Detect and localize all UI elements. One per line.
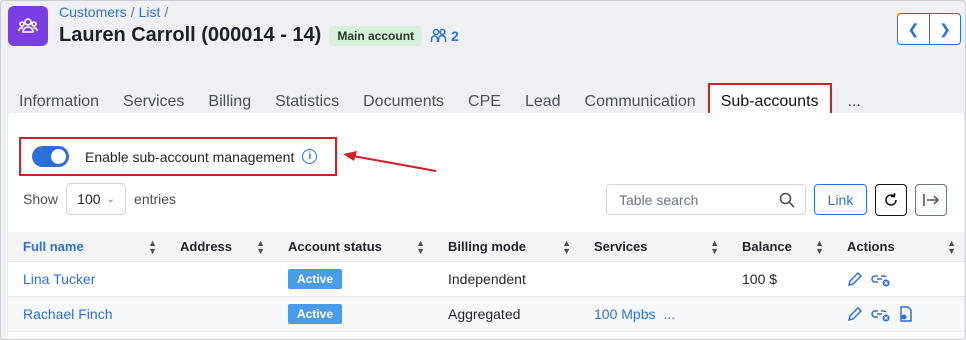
row-actions xyxy=(832,271,964,287)
refresh-icon xyxy=(885,193,897,206)
document-icon[interactable] xyxy=(899,306,913,322)
toggle-knob xyxy=(51,149,66,164)
search-placeholder: Table search xyxy=(619,191,699,208)
sort-icon: ▲ ▼ xyxy=(256,237,265,256)
balance-cell: 100 $ xyxy=(742,271,778,287)
sub-account-toggle-row: Enable sub-account management i xyxy=(19,137,337,176)
column-full-name[interactable]: Full name ▲ ▼ xyxy=(8,237,165,256)
subaccount-count[interactable]: 2 xyxy=(430,28,459,44)
breadcrumb-separator: / xyxy=(164,4,169,20)
toggle-label: Enable sub-account management xyxy=(85,148,295,165)
services-cell: 100 Mpbs ... xyxy=(579,306,727,322)
breadcrumb-customers[interactable]: Customers xyxy=(59,4,127,20)
title-row: Lauren Carroll (000014 - 14) Main accoun… xyxy=(59,24,459,47)
window: Customers / List / Lauren Carroll (00001… xyxy=(0,0,966,340)
table-row: Lina Tucker Active Independent 100 $ xyxy=(8,262,964,297)
column-billing-mode[interactable]: Billing mode ▲ ▼ xyxy=(433,237,579,256)
next-record-button[interactable]: ❯ xyxy=(929,14,960,44)
table-row: Rachael Finch Active Aggregated 100 Mpbs… xyxy=(8,297,964,332)
tab-information[interactable]: Information xyxy=(19,92,99,112)
tab-statistics[interactable]: Statistics xyxy=(275,92,339,112)
column-account-status[interactable]: Account status ▲ ▼ xyxy=(273,237,433,256)
unlink-icon[interactable] xyxy=(871,271,891,287)
export-button[interactable] xyxy=(915,184,947,216)
billing-mode-cell: Independent xyxy=(448,271,526,287)
show-label: Show xyxy=(23,191,59,207)
refresh-button[interactable] xyxy=(875,184,907,216)
sub-account-management-toggle[interactable] xyxy=(32,146,69,167)
chevron-down-icon: ⌄ xyxy=(106,193,115,205)
search-icon xyxy=(779,192,795,208)
row-actions xyxy=(832,306,964,322)
sub-accounts-panel: Enable sub-account management i Show 100… xyxy=(8,113,964,339)
edit-icon[interactable] xyxy=(847,271,863,287)
column-actions[interactable]: Actions ▲ ▼ xyxy=(832,237,964,256)
table-search-input[interactable]: Table search xyxy=(606,184,806,215)
account-name-link[interactable]: Lina Tucker xyxy=(23,271,95,287)
unlink-icon[interactable] xyxy=(871,306,891,322)
status-badge: Active xyxy=(288,269,343,289)
main-account-badge: Main account xyxy=(329,25,423,46)
export-icon xyxy=(923,194,940,206)
status-badge: Active xyxy=(288,304,343,324)
page-title: Lauren Carroll (000014 - 14) xyxy=(59,24,322,46)
breadcrumb: Customers / List / xyxy=(59,4,168,20)
record-navigation: ❮ ❯ xyxy=(897,13,961,45)
page-length-select[interactable]: 100 ⌄ xyxy=(66,183,127,215)
sort-icon: ▲ ▼ xyxy=(562,237,571,256)
sort-icon: ▲ ▼ xyxy=(148,237,157,256)
sub-accounts-table: Full name ▲ ▼ Address ▲ ▼ Account status ▲ ▼ B… xyxy=(8,232,964,332)
tab-cpe[interactable]: CPE xyxy=(468,92,501,112)
sort-icon: ▲ ▼ xyxy=(416,237,425,256)
sort-icon: ▲ ▼ xyxy=(815,237,824,256)
customers-app-icon xyxy=(8,6,48,46)
account-name-link[interactable]: Rachael Finch xyxy=(23,306,113,322)
page-length-control: Show 100 ⌄ entries xyxy=(23,183,176,215)
sort-icon: ▲ ▼ xyxy=(947,237,956,256)
tabs-more-button[interactable]: ... xyxy=(848,93,861,111)
previous-record-button[interactable]: ❮ xyxy=(898,14,929,44)
users-icon xyxy=(430,28,447,42)
chevron-left-icon: ❮ xyxy=(907,20,920,37)
table-header: Full name ▲ ▼ Address ▲ ▼ Account status ▲ ▼ B… xyxy=(8,232,964,262)
tab-services[interactable]: Services xyxy=(123,92,184,112)
info-icon[interactable]: i xyxy=(302,149,318,164)
page-length-value: 100 xyxy=(77,191,101,207)
tab-communication[interactable]: Communication xyxy=(585,92,696,112)
chevron-right-icon: ❯ xyxy=(939,20,951,37)
breadcrumb-list[interactable]: List xyxy=(139,4,161,20)
services-more-button[interactable]: ... xyxy=(663,306,675,322)
service-link[interactable]: 100 Mpbs xyxy=(594,306,655,322)
breadcrumb-separator: / xyxy=(130,4,135,20)
link-button[interactable]: Link xyxy=(814,184,867,215)
column-services[interactable]: Services ▲ ▼ xyxy=(579,237,727,256)
tab-lead[interactable]: Lead xyxy=(525,92,561,112)
column-balance[interactable]: Balance ▲ ▼ xyxy=(727,237,832,256)
edit-icon[interactable] xyxy=(847,306,863,322)
entries-label: entries xyxy=(134,191,177,207)
column-address[interactable]: Address ▲ ▼ xyxy=(165,237,273,256)
tab-billing[interactable]: Billing xyxy=(208,92,251,112)
tab-documents[interactable]: Documents xyxy=(363,92,444,112)
subaccount-count-value: 2 xyxy=(451,27,459,44)
billing-mode-cell: Aggregated xyxy=(448,306,521,322)
sort-icon: ▲ ▼ xyxy=(710,237,719,256)
annotation-arrow xyxy=(343,151,437,172)
